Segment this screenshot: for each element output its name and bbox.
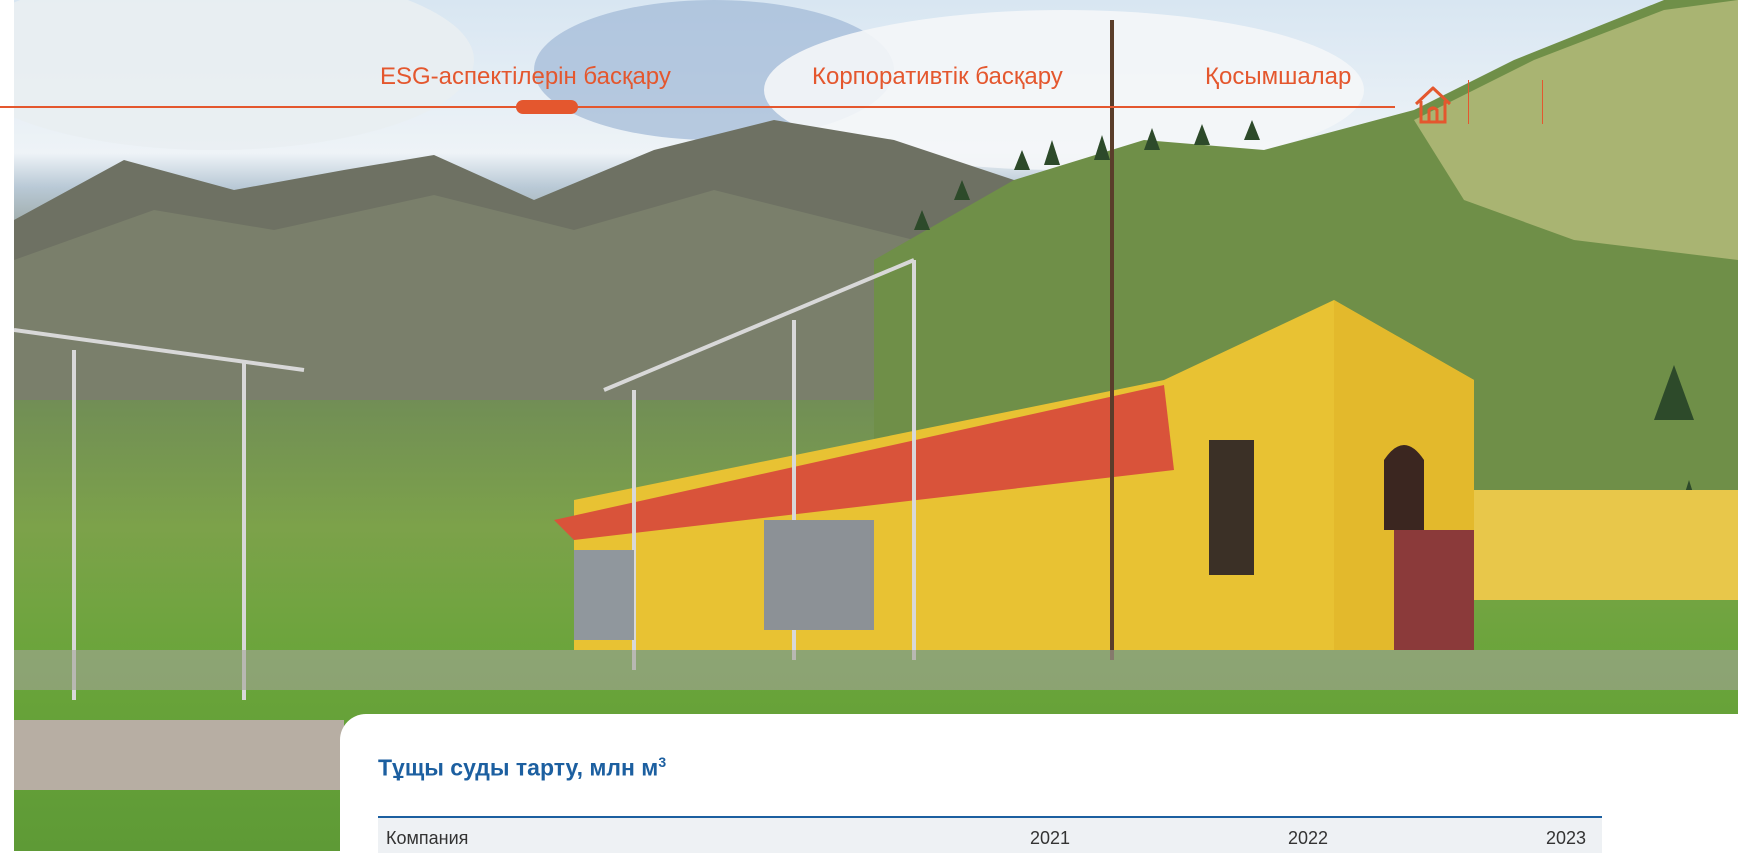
col-header-2022: 2022 bbox=[1288, 828, 1329, 848]
nav-separator bbox=[1468, 80, 1469, 124]
col-header-company: Компания bbox=[386, 828, 469, 848]
table-title-text: Тұщы суды тарту, млн м bbox=[378, 754, 659, 781]
home-button[interactable] bbox=[1410, 82, 1456, 128]
nav-item-corporate[interactable]: Корпоративтік басқару bbox=[812, 63, 1063, 91]
content-panel: Тұщы суды тарту, млн м3 Компания 2021 20… bbox=[340, 714, 1738, 853]
table-title: Тұщы суды тарту, млн м3 bbox=[378, 754, 666, 782]
col-header-2021: 2021 bbox=[1030, 828, 1071, 848]
col-header-2023: 2023 bbox=[1546, 828, 1587, 848]
nav-rule bbox=[0, 106, 1395, 108]
nav-item-esg[interactable]: ESG-аспектілерін басқару bbox=[380, 63, 671, 91]
nav-separator bbox=[1542, 80, 1543, 124]
home-icon bbox=[1414, 86, 1452, 124]
nav-item-appendices[interactable]: Қосымшалар bbox=[1205, 63, 1351, 91]
table-title-sup: 3 bbox=[658, 754, 667, 770]
active-tab-indicator bbox=[516, 100, 578, 114]
table-header-row: Компания 2021 2022 2023 bbox=[378, 816, 1602, 853]
